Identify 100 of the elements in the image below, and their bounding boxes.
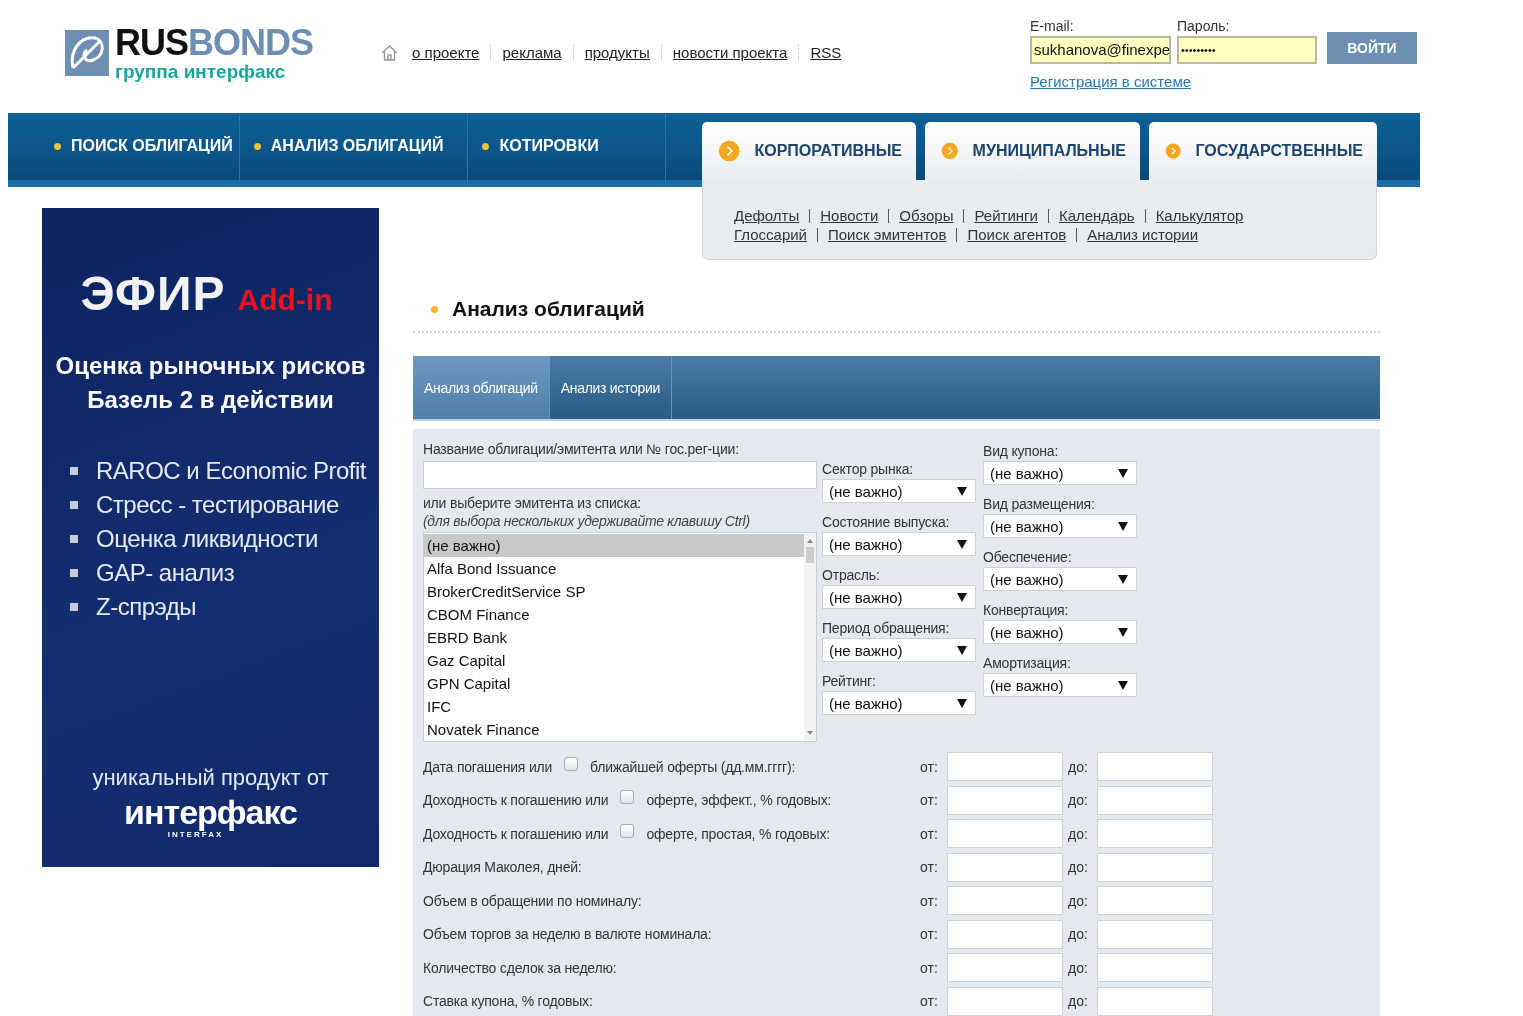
password-field[interactable]: ••••••••• [1177, 36, 1317, 64]
top-link[interactable]: о проекте [412, 44, 491, 61]
dropdown[interactable]: (не важно) [983, 461, 1137, 485]
caret-icon [1118, 574, 1128, 584]
input-field[interactable] [947, 986, 1063, 1016]
caret-icon [957, 486, 967, 496]
section-tab[interactable]: КОРПОРАТИВНЫЕ [702, 122, 916, 180]
list-item[interactable]: Gaz Capital [424, 649, 804, 672]
field-hint: (для выбора нескольких удерживайте клавишу Ctrl) [423, 513, 751, 529]
list-item[interactable]: CBOM Finance [424, 603, 804, 626]
from-label: от: [920, 892, 939, 909]
submenu-link[interactable]: Анализ истории [1087, 226, 1199, 243]
input-field[interactable] [947, 953, 1063, 983]
input-field[interactable] [1097, 785, 1213, 815]
dropdown[interactable]: (не важно) [983, 567, 1137, 591]
input-field[interactable] [1097, 919, 1213, 949]
input-field[interactable] [1097, 886, 1213, 916]
field-label: Конвертация: [983, 602, 1070, 618]
field-label: Вид купона: [983, 443, 1060, 459]
bullet-icon [70, 467, 78, 475]
submenu-link[interactable]: Калькулятор [1155, 207, 1244, 224]
field-label: Амортизация: [983, 655, 1072, 671]
caret-icon [1118, 521, 1128, 531]
list-item[interactable]: IFC [424, 695, 804, 718]
submenu-link[interactable]: Глоссарий [734, 226, 807, 243]
dropdown[interactable]: (не важно) [822, 638, 976, 662]
dropdown[interactable]: (не важно) [822, 479, 976, 503]
dropdown[interactable]: (не важно) [983, 514, 1137, 538]
from-label: от: [920, 758, 939, 775]
logo-icon [65, 28, 109, 78]
bullet-icon [70, 501, 78, 509]
checkbox[interactable] [620, 790, 635, 805]
top-link[interactable]: новости проекта [660, 44, 799, 61]
list-item[interactable]: Alfa Bond Issuance [424, 557, 804, 580]
submenu-link[interactable]: Дефолты [734, 207, 800, 224]
input-field[interactable] [947, 919, 1063, 949]
dropdown[interactable]: (не важно) [983, 673, 1137, 697]
from-label: от: [920, 993, 939, 1010]
banner-bullet: Оценка ликвидности [96, 525, 318, 553]
menu-item[interactable]: КОТИРОВКИ [468, 113, 666, 187]
list-item[interactable]: (не важно) [424, 534, 804, 557]
list-item[interactable]: Novatek Finance [424, 718, 804, 741]
section-tab[interactable]: ГОСУДАРСТВЕННЫЕ [1149, 122, 1377, 180]
to-label: до: [1068, 825, 1089, 842]
banner-brand: интерфакс [124, 795, 297, 829]
email-field[interactable]: sukhanova@finexpe [1030, 36, 1171, 64]
submenu-link[interactable]: Обзоры [899, 207, 954, 224]
banner-subtitle: Оценка рыночных рисков [55, 351, 366, 381]
input-field[interactable] [947, 785, 1063, 815]
banner-subtitle: Базель 2 в действии [87, 385, 334, 415]
input-field[interactable] [1097, 852, 1213, 882]
dropdown[interactable]: (не важно) [822, 585, 976, 609]
menu-item[interactable]: ПОИСК ОБЛИГАЦИЙ [8, 113, 240, 187]
input-field[interactable] [1097, 752, 1213, 782]
field-label: Количество сделок за неделю: [423, 959, 617, 976]
checkbox[interactable] [620, 823, 635, 838]
submenu-link[interactable]: Новости [820, 207, 879, 224]
top-link[interactable]: продукты [572, 44, 661, 61]
submenu-link[interactable]: Рейтинги [974, 207, 1038, 224]
form-tab[interactable]: Анализ истории [549, 356, 672, 419]
dropdown[interactable]: (не важно) [822, 691, 976, 715]
submenu-link[interactable]: Поиск эмитентов [828, 226, 947, 243]
ad-banner[interactable]: ЭФИР Add-in Оценка рыночных рисков Базель 2 в действии RAROC и Economic Profit Стресс - тестирование Оценка ликвидности GAP- анализ Z-спрэды уникальный продукт от интерфакс INTERFAX [42, 208, 379, 867]
input-field[interactable] [423, 461, 817, 489]
top-link[interactable]: RSS [798, 44, 853, 61]
submenu-link[interactable]: Поиск агентов [967, 226, 1067, 243]
bullet-icon [70, 603, 78, 611]
field-label: Состояние выпуска: [822, 514, 951, 530]
register-link[interactable]: Регистрация в системе [1030, 73, 1417, 90]
banner-bullet: GAP- анализ [96, 559, 235, 587]
top-link[interactable]: реклама [490, 44, 573, 61]
list-item[interactable]: BrokerCreditService SP [424, 580, 804, 603]
scrollbar[interactable] [804, 533, 816, 741]
input-field[interactable] [947, 886, 1063, 916]
input-field[interactable] [1097, 986, 1213, 1016]
input-field[interactable] [947, 752, 1063, 782]
dropdown[interactable]: (не важно) [822, 532, 976, 556]
input-field[interactable] [1097, 819, 1213, 849]
list-item[interactable]: GPN Capital [424, 672, 804, 695]
banner-bullet: RAROC и Economic Profit [96, 457, 366, 485]
menu-item[interactable]: АНАЛИЗ ОБЛИГАЦИЙ [239, 113, 469, 187]
to-label: до: [1068, 859, 1089, 876]
home-icon[interactable] [381, 44, 399, 61]
field-label: Вид размещения: [983, 496, 1096, 512]
banner-addon-label: Add-in [237, 283, 333, 317]
input-field[interactable] [1097, 953, 1213, 983]
input-field[interactable] [947, 819, 1063, 849]
issuer-listbox[interactable]: (не важно) Alfa Bond Issuance BrokerCreditService SP CBOM Finance EBRD Bank Gaz Capital GPN Capital IFC Novatek Finance [423, 532, 817, 742]
to-label: до: [1068, 758, 1089, 775]
submenu-link[interactable]: Календарь [1058, 207, 1135, 224]
input-field[interactable] [947, 852, 1063, 882]
password-label: Пароль: [1177, 18, 1231, 34]
field-label: Отрасль: [822, 567, 881, 583]
checkbox[interactable] [564, 756, 579, 771]
caret-icon [957, 645, 967, 655]
list-item[interactable]: EBRD Bank [424, 626, 804, 649]
section-tab[interactable]: МУНИЦИПАЛЬНЫЕ [925, 122, 1140, 180]
form-tab[interactable]: Анализ облигаций [413, 356, 550, 419]
from-label: от: [920, 859, 939, 876]
dropdown[interactable]: (не важно) [983, 620, 1137, 644]
